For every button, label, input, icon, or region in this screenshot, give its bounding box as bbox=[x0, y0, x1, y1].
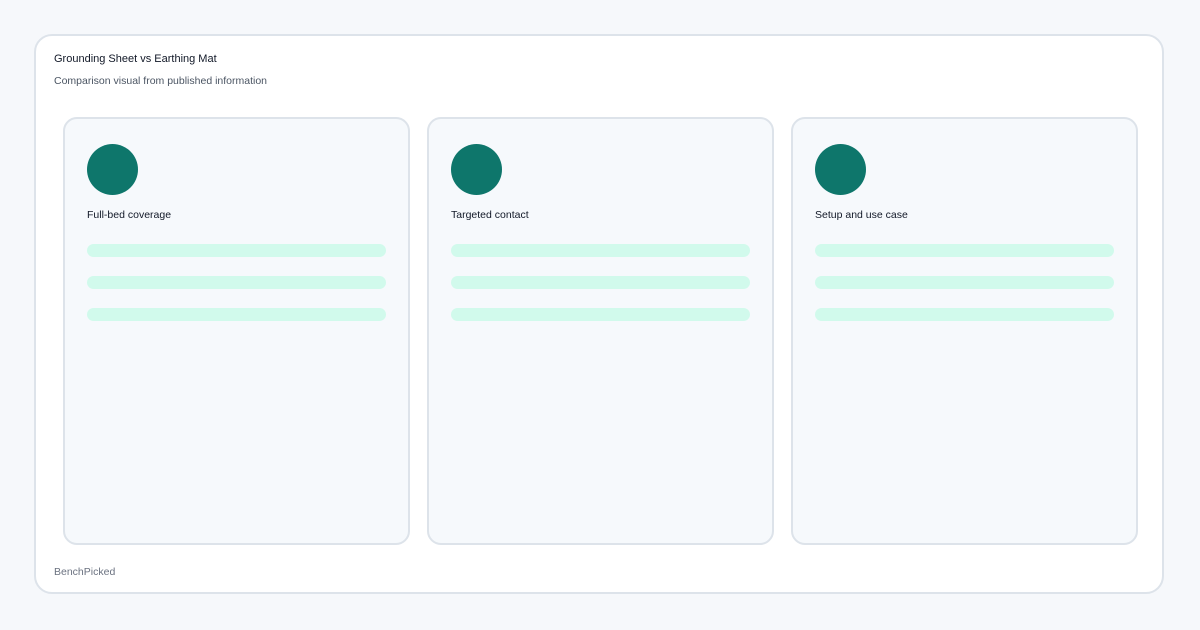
card-label: Targeted contact bbox=[451, 209, 529, 221]
comparison-frame: Grounding Sheet vs Earthing Mat Comparis… bbox=[34, 34, 1164, 594]
filled-circle-icon bbox=[451, 144, 502, 195]
placeholder-bar bbox=[451, 276, 750, 289]
footer-brand: BenchPicked bbox=[54, 566, 116, 578]
placeholder-bar bbox=[451, 308, 750, 321]
filled-circle-icon bbox=[815, 144, 866, 195]
page-title: Grounding Sheet vs Earthing Mat bbox=[54, 53, 217, 65]
card-targeted-contact: Targeted contact bbox=[427, 117, 774, 545]
placeholder-bar bbox=[451, 244, 750, 257]
placeholder-bar bbox=[815, 244, 1114, 257]
card-label: Full-bed coverage bbox=[87, 209, 172, 221]
card-full-bed-coverage: Full-bed coverage bbox=[63, 117, 410, 545]
placeholder-bar bbox=[815, 276, 1114, 289]
page-subtitle: Comparison visual from published informa… bbox=[54, 75, 268, 87]
placeholder-bar bbox=[87, 244, 386, 257]
placeholder-bar bbox=[815, 308, 1114, 321]
card-label: Setup and use case bbox=[815, 209, 908, 221]
placeholder-bar bbox=[87, 308, 386, 321]
card-setup-and-use-case: Setup and use case bbox=[791, 117, 1138, 545]
placeholder-bar bbox=[87, 276, 386, 289]
filled-circle-icon bbox=[87, 144, 138, 195]
